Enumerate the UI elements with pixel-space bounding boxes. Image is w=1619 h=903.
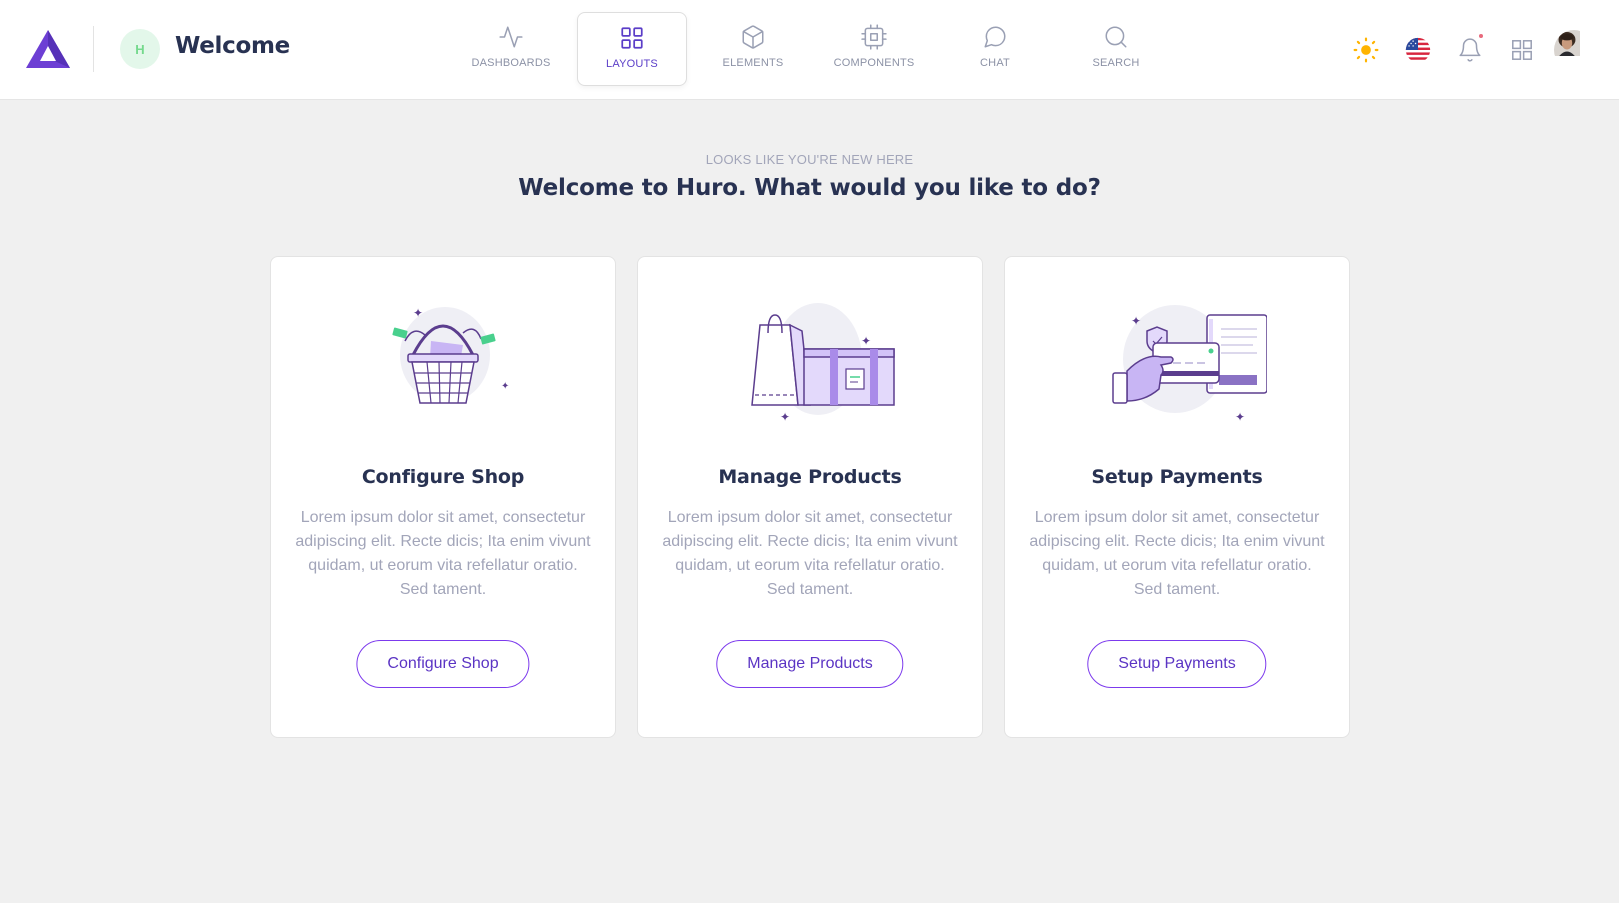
nav-search[interactable]: SEARCH	[1061, 12, 1171, 86]
header-right-tools	[1335, 28, 1595, 72]
nav-elements[interactable]: ELEMENTS	[698, 12, 808, 86]
nav-components[interactable]: COMPONENTS	[819, 12, 929, 86]
action-cards: ✦ ✦ Configure Shop Lorem ipsum dolor sit…	[270, 256, 1350, 738]
notifications-button[interactable]	[1449, 29, 1491, 71]
hero-subtitle: LOOKS LIKE YOU'RE NEW HERE	[705, 152, 914, 167]
card-description: Lorem ipsum dolor sit amet, consectetur …	[295, 509, 591, 598]
huro-logo[interactable]	[24, 28, 72, 70]
svg-text:✦: ✦	[413, 306, 423, 320]
us-flag-icon	[1405, 37, 1431, 63]
card-title: Configure Shop	[361, 466, 525, 488]
card-title: Setup Payments	[1091, 466, 1263, 488]
language-selector[interactable]	[1397, 29, 1439, 71]
card-description: Lorem ipsum dolor sit amet, consectetur …	[662, 509, 958, 598]
setup-payments-button[interactable]: Setup Payments	[1087, 640, 1267, 688]
svg-text:✦: ✦	[501, 381, 509, 392]
nav-layouts[interactable]: LAYOUTS	[577, 12, 687, 86]
card-description: Lorem ipsum dolor sit amet, consectetur …	[1029, 509, 1325, 598]
top-navbar: H Welcome DASHBOARDS LAYOUTS ELEMENTS CO…	[0, 0, 1619, 100]
apps-grid-icon	[1512, 40, 1532, 60]
notification-dot	[1479, 34, 1483, 38]
activity-icon	[499, 26, 523, 48]
hero-title: Welcome to Huro. What would you like to …	[518, 175, 1101, 201]
apps-button[interactable]	[1501, 29, 1543, 71]
message-circle-icon	[984, 26, 1006, 48]
sun-icon	[1353, 37, 1379, 63]
main-nav: DASHBOARDS LAYOUTS ELEMENTS COMPONENTS C…	[456, 12, 1182, 88]
nav-chat[interactable]: CHAT	[940, 12, 1050, 86]
nav-label: COMPONENTS	[833, 57, 915, 69]
user-avatar	[1554, 30, 1594, 70]
theme-toggle[interactable]	[1345, 29, 1387, 71]
svg-text:✦: ✦	[780, 410, 790, 424]
user-menu[interactable]	[1553, 29, 1595, 71]
svg-text:✦: ✦	[1235, 410, 1245, 424]
box-icon	[742, 25, 764, 49]
card-manage-products: ✦ ✦ Manage Products Lorem ipsum dolor si…	[637, 256, 983, 738]
nav-label: ELEMENTS	[722, 57, 784, 69]
nav-label: CHAT	[980, 57, 1010, 69]
nav-label: LAYOUTS	[606, 58, 658, 70]
bell-icon	[1459, 38, 1481, 62]
grid-icon	[621, 27, 643, 49]
card-title: Manage Products	[718, 466, 902, 488]
basket-illustration: ✦ ✦	[271, 297, 615, 427]
svg-text:✦: ✦	[861, 334, 871, 348]
search-icon	[1105, 26, 1127, 48]
nav-dashboards[interactable]: DASHBOARDS	[456, 12, 566, 86]
shopping-bag-box-illustration: ✦ ✦	[638, 297, 982, 427]
card-payment-illustration: ✦ ✦	[1005, 297, 1349, 427]
configure-shop-button[interactable]: Configure Shop	[356, 640, 530, 688]
svg-text:✦: ✦	[1131, 314, 1141, 328]
header-divider	[93, 26, 94, 72]
nav-label: SEARCH	[1092, 57, 1140, 69]
nav-label: DASHBOARDS	[471, 57, 551, 69]
card-configure-shop: ✦ ✦ Configure Shop Lorem ipsum dolor sit…	[270, 256, 616, 738]
page-avatar: H	[120, 29, 160, 69]
cpu-icon	[861, 24, 887, 50]
page-title: Welcome	[175, 33, 290, 59]
manage-products-button[interactable]: Manage Products	[716, 640, 904, 688]
card-setup-payments: ✦ ✦ Setup Payments Lorem ipsum dolor sit…	[1004, 256, 1350, 738]
